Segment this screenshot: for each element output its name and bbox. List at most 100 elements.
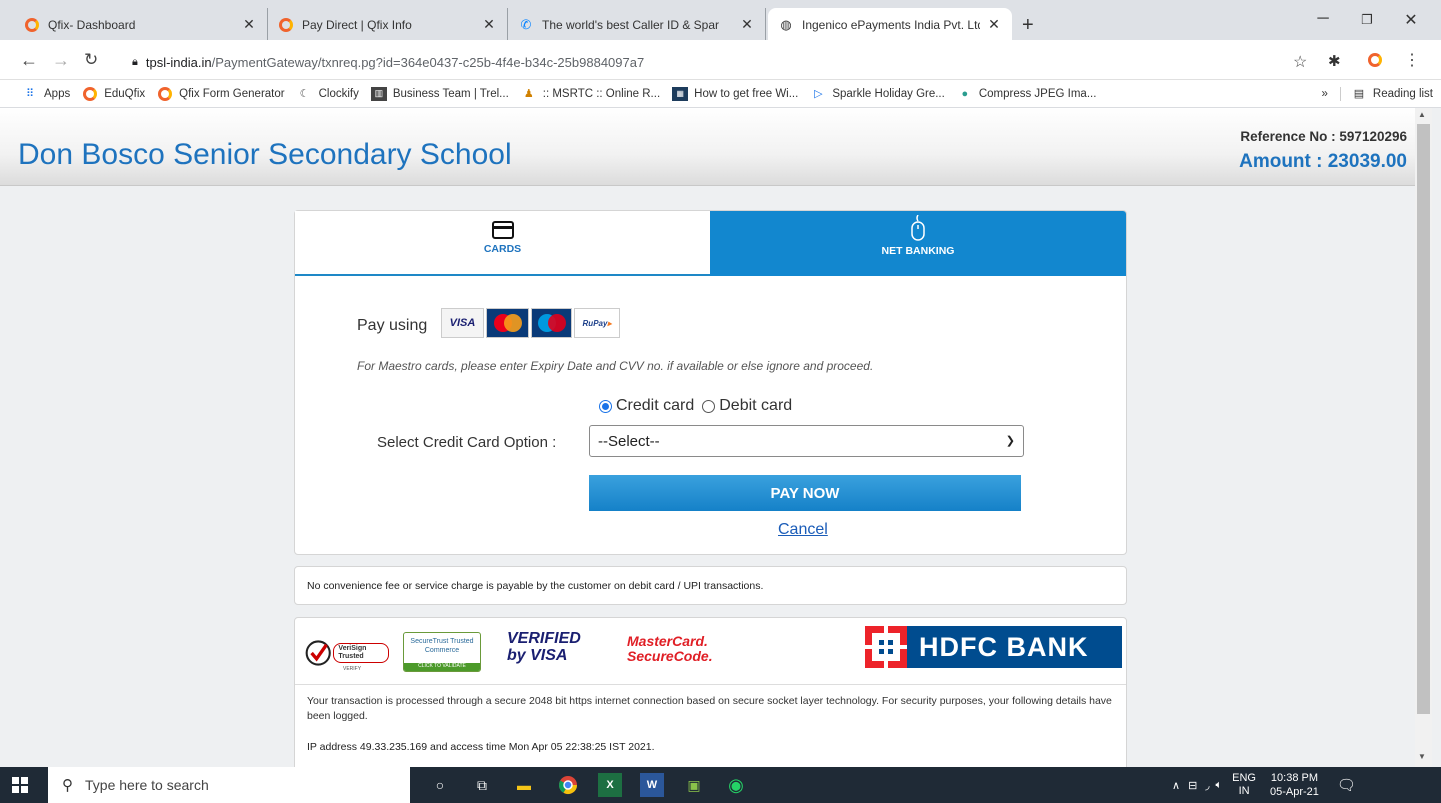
- globe-icon: ◍: [780, 16, 792, 32]
- bookmark-eduqfix[interactable]: EduQfix: [82, 86, 145, 101]
- file-explorer-icon[interactable]: ▬: [512, 773, 536, 797]
- reading-list-button[interactable]: ▤ Reading list: [1339, 86, 1433, 101]
- qfix-icon: [82, 86, 98, 101]
- tab-label: NET BANKING: [881, 245, 955, 257]
- tab-title: Qfix- Dashboard: [48, 17, 136, 32]
- minimize-icon[interactable]: ─: [1300, 10, 1346, 28]
- network-icon[interactable]: ⊟: [1188, 779, 1197, 792]
- qfix-icon: [24, 17, 40, 33]
- reload-icon[interactable]: ↻: [84, 50, 98, 70]
- close-icon[interactable]: ✕: [481, 16, 497, 33]
- hdfc-bank-label: HDFC BANK: [919, 631, 1089, 662]
- mastercard-securecode-badge: MasterCard. SecureCode.: [627, 634, 737, 670]
- qfix-extension-icon[interactable]: [1368, 53, 1382, 70]
- scroll-up-icon[interactable]: ▲: [1418, 110, 1426, 119]
- bookmark-compress-jpeg[interactable]: ● Compress JPEG Ima...: [957, 87, 1097, 101]
- maestro-logo: [531, 308, 572, 338]
- window-close-icon[interactable]: ✕: [1388, 10, 1434, 30]
- cancel-link[interactable]: Cancel: [778, 521, 828, 539]
- mastercard-circles: [493, 314, 522, 332]
- bookmark-label: Sparkle Holiday Gre...: [832, 87, 945, 100]
- divider: [295, 684, 1126, 685]
- tab-net-banking[interactable]: NET BANKING: [710, 211, 1126, 276]
- tab-ingenico[interactable]: ◍ Ingenico ePayments India Pvt. Ltd ✕: [768, 8, 1012, 41]
- whatsapp-icon[interactable]: ◉: [724, 773, 748, 797]
- bookmark-label: :: MSRTC :: Online R...: [542, 87, 661, 100]
- tab-title: Ingenico ePayments India Pvt. Ltd: [802, 17, 980, 32]
- securetrust-label: SecureTrust Trusted Commerce: [410, 638, 474, 654]
- taskbar-search[interactable]: ⚲ Type here to search: [48, 767, 410, 803]
- scroll-down-icon[interactable]: ▼: [1418, 752, 1426, 761]
- qfix-icon: [278, 17, 294, 33]
- bookmark-qfix-form[interactable]: Qfix Form Generator: [157, 86, 285, 101]
- clock-time: 10:38 PM: [1270, 772, 1318, 784]
- chrome-icon[interactable]: [556, 773, 580, 797]
- restore-icon[interactable]: ❐: [1344, 12, 1390, 28]
- excel-icon[interactable]: X: [598, 773, 622, 797]
- payment-panel: CARDS NET BANKING Pay using VISA RuPay ▸ …: [294, 210, 1127, 555]
- back-arrow-icon[interactable]: ←: [20, 50, 38, 71]
- forward-arrow-icon[interactable]: →: [52, 50, 70, 71]
- wifi-icon[interactable]: ◞: [1205, 779, 1209, 792]
- card-icon: [491, 221, 514, 239]
- word-icon[interactable]: W: [640, 773, 664, 797]
- windows-start-icon[interactable]: [12, 777, 30, 793]
- page-header: Don Bosco Senior Secondary School Refere…: [0, 108, 1415, 186]
- menu-icon[interactable]: ⋮: [1404, 50, 1420, 70]
- close-icon[interactable]: ✕: [739, 16, 755, 33]
- debit-card-label[interactable]: Debit card: [719, 397, 792, 415]
- notification-icon[interactable]: 🗨︎: [1337, 776, 1356, 794]
- bookmark-apps[interactable]: ⠿ Apps: [22, 87, 70, 101]
- clock[interactable]: 10:38 PM 05-Apr-21: [1270, 771, 1319, 799]
- select-value: --Select--: [598, 432, 660, 450]
- compress-icon: ●: [961, 87, 969, 100]
- clockify-icon: ☾: [299, 88, 310, 100]
- scrollbar-thumb[interactable]: [1417, 124, 1430, 714]
- tab-truecaller[interactable]: ✆ The world's best Caller ID & Spar ✕: [508, 8, 766, 41]
- cortana-icon[interactable]: ○: [428, 773, 452, 797]
- trello-icon: ▥: [370, 86, 387, 101]
- truecaller-icon: ✆: [520, 16, 532, 32]
- security-panel: VeriSign Trusted VERIFY SecureTrust Trus…: [294, 617, 1127, 767]
- debit-card-radio[interactable]: [702, 399, 716, 413]
- bookmark-clockify[interactable]: ☾ Clockify: [297, 87, 359, 101]
- bookmark-sparkle[interactable]: ▷ Sparkle Holiday Gre...: [810, 87, 945, 101]
- securetrust-badge: SecureTrust Trusted Commerce CLICK TO VA…: [403, 632, 481, 672]
- reading-list-icon: ▤: [1353, 88, 1365, 100]
- security-text: Your transaction is processed through a …: [307, 695, 1112, 722]
- fee-notice: No convenience fee or service charge is …: [294, 566, 1127, 605]
- credit-card-label[interactable]: Credit card: [616, 397, 694, 415]
- windows-store-icon: ▦: [672, 86, 689, 101]
- hdfc-mark-icon: [865, 626, 907, 668]
- bookmark-trello[interactable]: ▥ Business Team | Trel...: [370, 86, 509, 101]
- new-tab-button[interactable]: +: [1022, 14, 1034, 37]
- hdfc-bank-logo: HDFC BANK: [865, 626, 1122, 668]
- checkmark-seal-icon: [305, 640, 331, 666]
- star-icon[interactable]: ☆: [1293, 52, 1307, 72]
- apps-grid-icon: ⠿: [25, 88, 35, 100]
- close-icon[interactable]: ✕: [241, 16, 257, 33]
- credit-card-option-select[interactable]: --Select-- ❯: [589, 425, 1024, 457]
- language-label: ENG: [1232, 772, 1256, 784]
- pay-now-button[interactable]: PAY NOW: [589, 475, 1021, 511]
- tab-qfix-dashboard[interactable]: Qfix- Dashboard ✕: [14, 8, 268, 41]
- bookmark-label: Qfix Form Generator: [179, 87, 285, 100]
- more-bookmarks-button[interactable]: »: [1322, 88, 1328, 100]
- tab-pay-direct[interactable]: Pay Direct | Qfix Info ✕: [268, 8, 508, 41]
- bookmark-msrtc[interactable]: ♟:: MSRTC :: Online R...: [521, 87, 660, 101]
- language-indicator[interactable]: ENG IN: [1232, 772, 1256, 798]
- bookmark-label: Compress JPEG Ima...: [978, 87, 1097, 100]
- credit-card-radio[interactable]: [599, 399, 612, 413]
- bookmark-free-wifi[interactable]: ▦ How to get free Wi...: [672, 86, 798, 101]
- school-name: Don Bosco Senior Secondary School: [18, 138, 512, 171]
- chevron-up-icon[interactable]: ∧: [1172, 779, 1180, 792]
- tab-cards[interactable]: CARDS: [295, 211, 710, 276]
- close-icon[interactable]: ✕: [986, 16, 1002, 33]
- image-app-icon[interactable]: ▣: [682, 773, 706, 797]
- rupay-arrow-icon: ▸: [607, 318, 612, 328]
- extensions-icon[interactable]: ✱: [1328, 52, 1341, 70]
- qfix-icon: [157, 86, 173, 101]
- task-view-icon[interactable]: ⧉: [470, 773, 494, 797]
- address-bar[interactable]: 🔒︎ tpsl-india.in/PaymentGateway/txnreq.p…: [112, 48, 1282, 76]
- volume-icon[interactable]: 🔈︎: [1216, 779, 1223, 792]
